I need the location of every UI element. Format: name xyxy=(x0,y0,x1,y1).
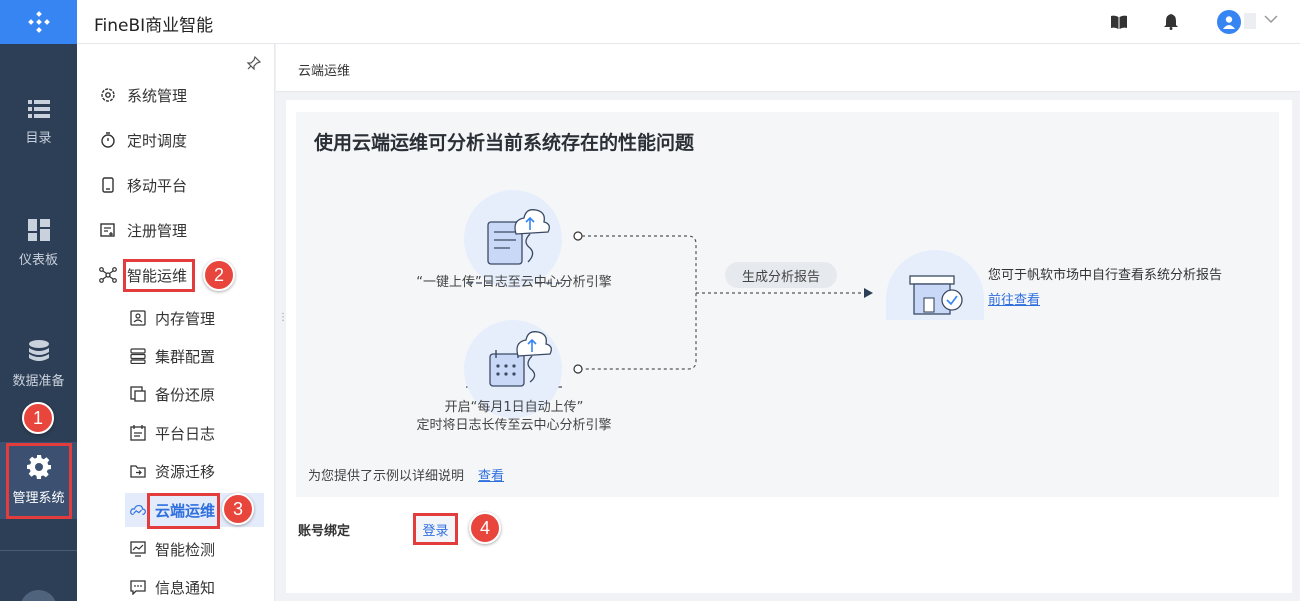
sidebar-subitem-memory[interactable]: 内存管理 xyxy=(77,301,275,335)
rail-label: 数据准备 xyxy=(12,373,65,389)
app-logo[interactable] xyxy=(0,0,77,44)
rail-item-dashboard[interactable]: 仪表板 xyxy=(0,203,77,283)
example-text: 为您提供了示例以详细说明 xyxy=(308,469,465,484)
cloud-ops-icon xyxy=(130,502,146,518)
annotation-box-admin xyxy=(6,443,72,519)
sidebar-subitem-label: 集群配置 xyxy=(155,347,216,366)
account-binding-label: 账号绑定 xyxy=(298,524,351,539)
rail-divider xyxy=(0,550,77,551)
message-icon xyxy=(130,579,146,595)
sidebar-item-label: 注册管理 xyxy=(127,221,188,240)
upload-caption: “一键上传”日志至云中心分析引擎 xyxy=(416,275,612,290)
auto-upload-caption: 开启“每月1日自动上传” 定时将日志长传至云中心分析引擎 xyxy=(396,399,632,435)
login-button[interactable]: 登录 xyxy=(413,513,458,545)
folder-icon xyxy=(130,463,146,479)
rail-item-catalog[interactable]: 目录 xyxy=(0,82,77,162)
memory-icon xyxy=(130,310,146,326)
chevron-down-icon[interactable] xyxy=(1264,14,1278,24)
sidebar-item-label: 移动平台 xyxy=(127,176,188,195)
database-icon xyxy=(28,339,49,361)
top-bar: FineBI商业智能 xyxy=(77,0,1300,44)
breadcrumb: 云端运维 xyxy=(298,64,351,79)
annotation-box-smart-ops xyxy=(123,259,195,292)
annotation-box-cloud-ops xyxy=(147,493,220,529)
sidebar-subitem-migration[interactable]: 资源迁移 xyxy=(77,454,275,488)
cluster-icon xyxy=(130,348,146,364)
annotation-badge-3: 3 xyxy=(222,493,254,525)
report-illustration xyxy=(886,250,984,320)
rail-item-data-prep[interactable]: 数据准备 xyxy=(0,324,77,404)
result-text: 您可于帆软市场中自行查看系统分析报告 xyxy=(988,268,1223,283)
sidebar-subitem-cluster[interactable]: 集群配置 xyxy=(77,339,275,373)
help-book-icon[interactable] xyxy=(1109,12,1129,32)
sidebar-subitem-label: 信息通知 xyxy=(155,578,216,597)
list-icon xyxy=(27,99,50,118)
user-avatar-icon[interactable] xyxy=(1217,10,1241,34)
timer-icon xyxy=(99,131,117,149)
sidebar-subitem-label: 智能检测 xyxy=(155,540,216,559)
sidebar-item-system-management[interactable]: 系统管理 xyxy=(77,78,275,112)
notification-bell-icon[interactable] xyxy=(1161,12,1181,32)
sidebar-subitem-label: 备份还原 xyxy=(155,385,216,404)
dashboard-icon xyxy=(27,218,50,241)
report-box-check-icon xyxy=(909,275,963,315)
settings-icon xyxy=(99,86,117,104)
app-title: FineBI商业智能 xyxy=(94,16,214,36)
rail-label: 目录 xyxy=(25,130,52,146)
intro-card: 使用云端运维可分析当前系统存在的性能问题 “一键上传”日志至云中心分析引擎 开启… xyxy=(296,112,1279,497)
rail-label: 仪表板 xyxy=(18,252,58,268)
generate-report-label: 生成分析报告 xyxy=(725,262,837,288)
detect-icon xyxy=(130,541,146,557)
register-icon xyxy=(99,221,117,239)
mobile-icon xyxy=(99,176,117,194)
sidebar-item-label: 系统管理 xyxy=(127,86,188,105)
pin-icon[interactable] xyxy=(247,56,261,70)
breadcrumb-bar: 云端运维 xyxy=(276,44,1300,92)
sidebar-subitem-detect[interactable]: 智能检测 xyxy=(77,532,275,566)
annotation-badge-2: 2 xyxy=(203,259,235,291)
sidebar-subitem-log[interactable]: 平台日志 xyxy=(77,416,275,450)
sidebar-subitem-notify[interactable]: 信息通知 xyxy=(77,570,275,601)
backup-icon xyxy=(130,386,146,402)
sidebar-subitem-label: 资源迁移 xyxy=(155,462,216,481)
sidebar-item-label: 定时调度 xyxy=(127,131,188,150)
sidebar-subitem-label: 平台日志 xyxy=(155,424,216,443)
annotation-badge-1: 1 xyxy=(22,402,54,434)
auto-caption-line2: 定时将日志长传至云中心分析引擎 xyxy=(416,418,612,433)
sidebar-item-register[interactable]: 注册管理 xyxy=(77,213,275,247)
user-name-placeholder xyxy=(1244,13,1256,29)
logo-icon xyxy=(27,11,50,33)
annotation-badge-4: 4 xyxy=(469,512,501,544)
sidebar-subitem-label: 内存管理 xyxy=(155,309,216,328)
go-view-link[interactable]: 前往查看 xyxy=(988,289,1040,308)
sidebar-item-schedule[interactable]: 定时调度 xyxy=(77,123,275,157)
auto-caption-line1: 开启“每月1日自动上传” xyxy=(444,400,584,415)
sidebar-item-mobile[interactable]: 移动平台 xyxy=(77,168,275,202)
flow-diagram xyxy=(466,231,986,388)
network-icon xyxy=(99,266,117,284)
cloud-ops-panel: 使用云端运维可分析当前系统存在的性能问题 “一键上传”日志至云中心分析引擎 开启… xyxy=(286,100,1292,593)
sidebar-subitem-backup[interactable]: 备份还原 xyxy=(77,377,275,411)
log-icon xyxy=(130,425,146,441)
rail-bottom-button[interactable] xyxy=(20,590,57,601)
view-example-link[interactable]: 查看 xyxy=(478,465,504,484)
